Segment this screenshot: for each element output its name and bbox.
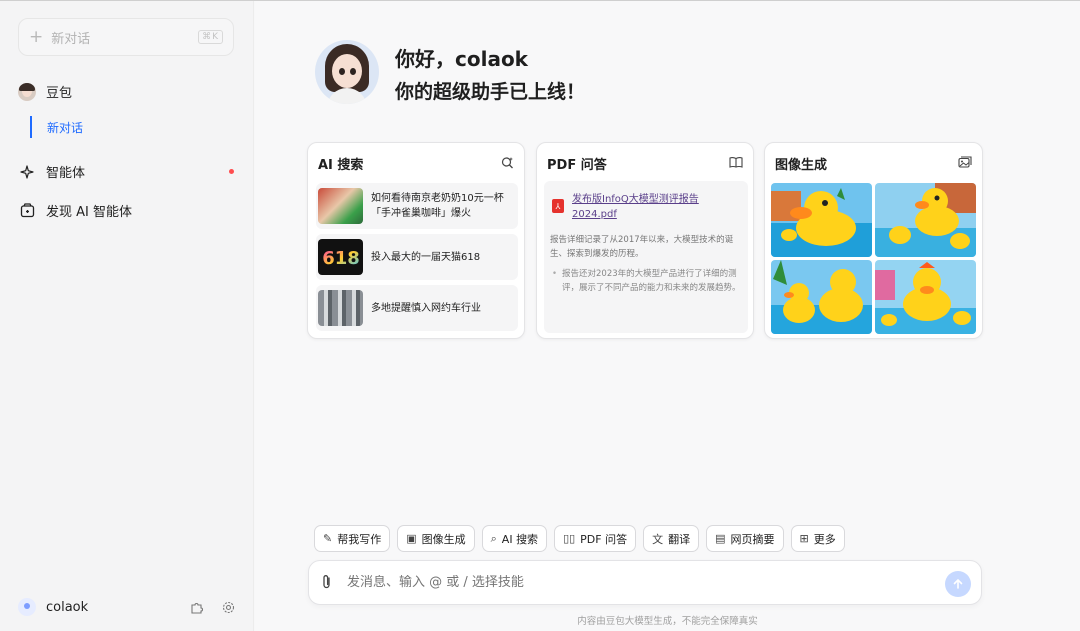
pen-icon: ✎ [323, 532, 333, 545]
card-title: AI 搜索 [318, 158, 364, 173]
web-summary-button[interactable]: ▤ 网页摘要 [706, 525, 784, 552]
svg-text:618: 618 [322, 248, 360, 269]
translate-button[interactable]: 文翻译 [643, 525, 700, 552]
image-icon: ▣ [406, 532, 417, 545]
sidebar-item-doubao[interactable]: 豆包 [18, 82, 72, 101]
search-item-text: 投入最大的一届天猫618 [371, 251, 481, 263]
book-icon [729, 155, 743, 169]
search-icon: ⌕ [490, 531, 497, 545]
more-button[interactable]: ⊞ 更多 [790, 525, 845, 552]
main-panel: 你好，colaok 你的超级助手已上线！ AI 搜索 如何看待南京老奶奶10元一… [255, 1, 1080, 631]
greeting-subtitle: 你的超级助手已上线！ [395, 81, 586, 103]
generated-image[interactable] [771, 260, 872, 334]
message-composer [308, 560, 982, 605]
user-profile[interactable]: colaok [18, 598, 88, 616]
sidebar: + 新对话 ⌘K 豆包 新对话 智能体 发现 AI 智能体 colaok [0, 1, 254, 631]
user-name: colaok [46, 599, 89, 615]
tool-label: 更多 [813, 532, 836, 546]
generated-image[interactable] [771, 183, 872, 257]
discover-icon [18, 202, 36, 220]
search-item[interactable]: 618 投入最大的一届天猫618 [316, 234, 518, 280]
sidebar-item-agents[interactable]: 智能体 [18, 162, 85, 181]
write-button[interactable]: ✎ 帮我写作 [314, 525, 391, 552]
new-chat-label: 新对话 [51, 31, 91, 47]
card-title: PDF 问答 [547, 158, 607, 173]
ai-search-card[interactable]: AI 搜索 如何看待南京老奶奶10元一杯「手冲雀巢咖啡」爆火 618 投入最大的… [307, 142, 525, 339]
sidebar-subitem-new-chat[interactable]: 新对话 [30, 116, 83, 138]
tool-label: 网页摘要 [730, 532, 775, 546]
sidebar-item-label: 豆包 [46, 86, 73, 101]
settings-icon[interactable] [221, 600, 235, 614]
sparkle-icon [18, 163, 36, 181]
tool-label: PDF 问答 [580, 532, 628, 546]
notification-dot [229, 169, 234, 174]
ai-search-button[interactable]: ⌕ AI 搜索 [481, 525, 548, 552]
tool-label: 帮我写作 [337, 532, 382, 546]
tool-label: 翻译 [668, 532, 691, 546]
fade-overlay [544, 303, 748, 333]
tool-label: AI 搜索 [501, 532, 539, 546]
translate-icon: 文 [652, 532, 664, 546]
news-thumbnail: 618 [318, 239, 363, 275]
pdf-bullet: 报告还对2023年的大模型产品进行了详细的测评，展示了不同产品的能力和未来的发展… [550, 267, 744, 295]
image-gen-button[interactable]: ▣ 图像生成 [397, 525, 475, 552]
tool-label: 图像生成 [421, 532, 466, 546]
news-thumbnail [318, 188, 363, 224]
new-chat-button[interactable]: + 新对话 ⌘K [18, 18, 234, 56]
image-icon [958, 155, 972, 169]
pdf-file-link[interactable]: 发布版InfoQ大模型测评报告2024.pdf [572, 192, 722, 222]
paperclip-icon[interactable] [321, 574, 333, 594]
generated-image[interactable] [875, 183, 976, 257]
pdf-qa-card[interactable]: PDF 问答 ⅄ 发布版InfoQ大模型测评报告2024.pdf 报告详细记录了… [536, 142, 754, 339]
search-item[interactable]: 如何看待南京老奶奶10元一杯「手冲雀巢咖啡」爆火 [316, 183, 518, 229]
pdf-summary: 报告详细记录了从2017年以来，大模型技术的诞生、探索到爆发的历程。 [550, 235, 734, 259]
greeting-title: 你好，colaok [395, 47, 528, 71]
search-item-text: 多地提醒慎入网约车行业 [371, 302, 481, 314]
send-button[interactable] [945, 571, 971, 597]
search-item[interactable]: 多地提醒慎入网约车行业 [316, 285, 518, 331]
arrow-up-icon [953, 579, 963, 589]
pdf-preview: ⅄ 发布版InfoQ大模型测评报告2024.pdf 报告详细记录了从2017年以… [544, 181, 748, 333]
plugin-icon[interactable] [189, 600, 203, 614]
sidebar-item-label: 智能体 [46, 166, 86, 181]
shortcut-badge: ⌘K [198, 30, 223, 44]
card-title: 图像生成 [775, 158, 828, 173]
search-item-text: 如何看待南京老奶奶10元一杯「手冲雀巢咖啡」爆火 [371, 193, 504, 219]
image-gen-card[interactable]: 图像生成 [764, 142, 983, 339]
plus-icon: + [29, 27, 44, 47]
bot-avatar-icon [18, 82, 36, 101]
message-input[interactable] [347, 575, 907, 590]
sidebar-item-label: 发现 AI 智能体 [46, 205, 132, 220]
skill-toolbar: ✎ 帮我写作 ▣ 图像生成 ⌕ AI 搜索 ▯▯ PDF 问答 文翻译 ▤ 网页摘要 ⊞ 更… [314, 525, 845, 552]
book-icon: ▯▯ [563, 532, 576, 545]
generated-image[interactable] [875, 260, 976, 334]
news-thumbnail [318, 290, 363, 326]
search-sparkle-icon [500, 155, 514, 169]
user-avatar [18, 598, 36, 616]
sidebar-item-discover[interactable]: 发现 AI 智能体 [18, 201, 132, 220]
pdf-file-icon: ⅄ [552, 199, 564, 213]
disclaimer-text: 内容由豆包大模型生成，不能完全保障真实 [577, 616, 758, 627]
assistant-avatar [315, 40, 379, 104]
document-icon: ▤ [715, 532, 726, 545]
grid-icon: ⊞ [799, 532, 809, 545]
pdf-qa-button[interactable]: ▯▯ PDF 问答 [554, 525, 637, 552]
